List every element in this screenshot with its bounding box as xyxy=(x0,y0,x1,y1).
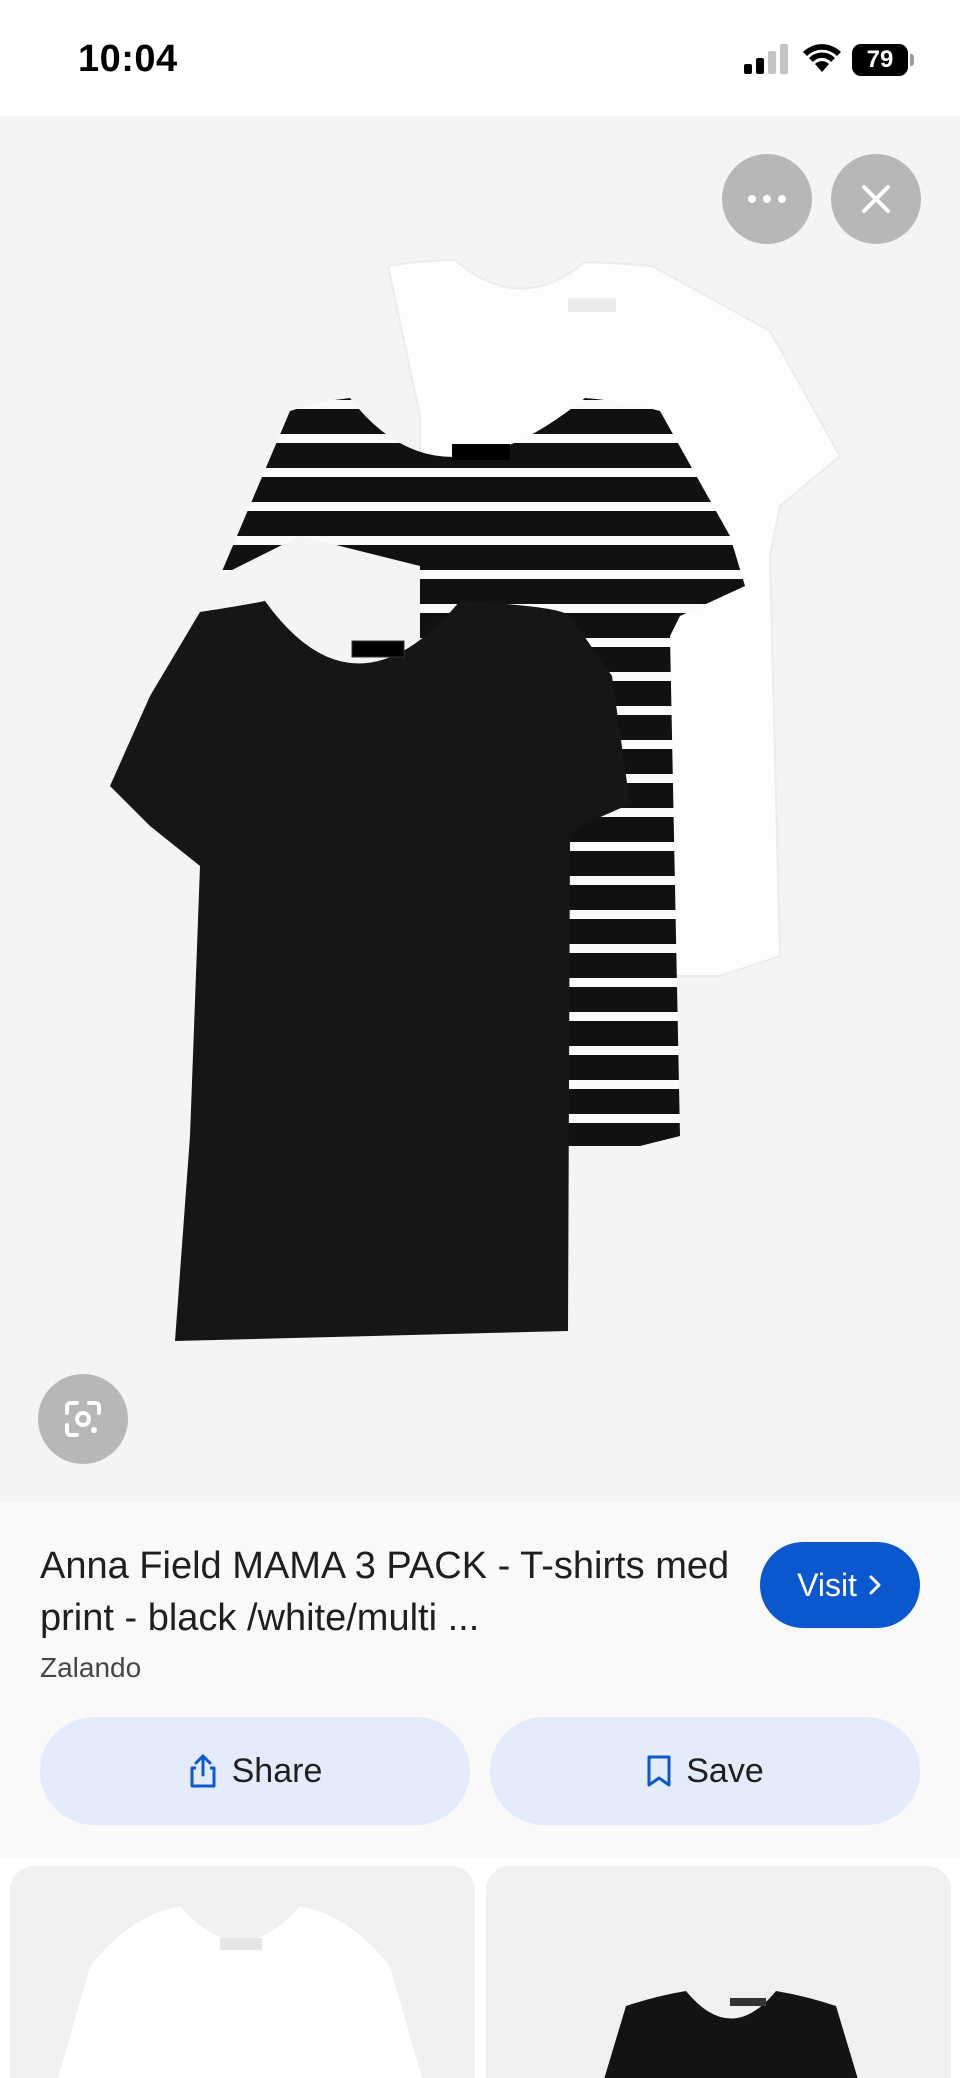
battery-level: 79 xyxy=(852,44,908,76)
share-button-label: Share xyxy=(231,1751,323,1790)
product-source: Zalando xyxy=(40,1652,142,1683)
related-result-thumbnail[interactable] xyxy=(10,1866,475,2078)
status-time: 10:04 xyxy=(78,38,178,80)
battery-icon: 79 xyxy=(852,44,914,76)
white-tshirt-thumbnail-image xyxy=(58,1906,422,2078)
product-image-viewer[interactable] xyxy=(0,116,960,1502)
status-bar: 10:04 79 xyxy=(0,0,960,116)
ellipsis-icon xyxy=(748,195,786,203)
cellular-signal-icon xyxy=(744,44,788,74)
related-result-thumbnail[interactable] xyxy=(486,1866,951,2078)
product-info-panel: Anna Field MAMA 3 PACK - T-shirts med pr… xyxy=(0,1502,960,1858)
chevron-right-icon xyxy=(869,1575,881,1595)
black-tshirt xyxy=(110,601,630,1341)
more-options-button[interactable] xyxy=(722,154,812,244)
close-icon xyxy=(862,185,890,213)
close-button[interactable] xyxy=(831,154,921,244)
share-icon xyxy=(190,1754,216,1788)
visit-button[interactable]: Visit xyxy=(760,1542,920,1628)
save-button-label: Save xyxy=(686,1751,764,1790)
bookmark-icon xyxy=(647,1755,671,1787)
lens-icon xyxy=(65,1401,101,1437)
lens-search-button[interactable] xyxy=(38,1374,128,1464)
product-title[interactable]: Anna Field MAMA 3 PACK - T-shirts med pr… xyxy=(40,1540,730,1644)
black-tshirt-thumbnail-image xyxy=(604,1991,858,2078)
wifi-icon xyxy=(803,44,841,72)
share-button[interactable]: Share xyxy=(40,1717,470,1825)
save-button[interactable]: Save xyxy=(490,1717,920,1825)
visit-button-label: Visit xyxy=(797,1566,857,1603)
product-image xyxy=(110,258,842,1341)
